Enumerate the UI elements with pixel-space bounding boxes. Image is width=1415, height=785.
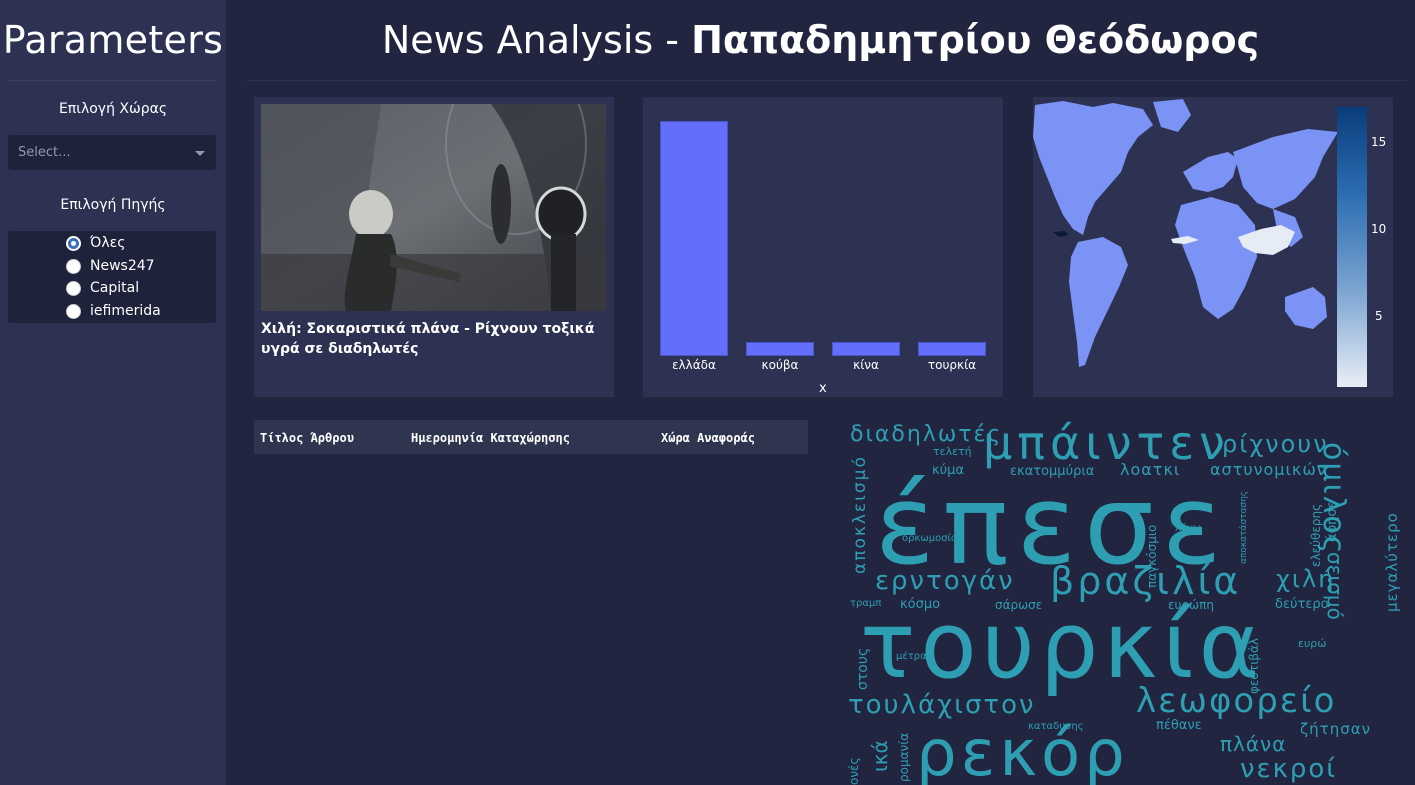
bar-κίνα[interactable]	[831, 342, 901, 356]
table-column-header[interactable]: Τίτλος Άρθρου	[260, 431, 354, 445]
page-title: News Analysis - Παπαδημητρίου Θεόδωρος	[226, 18, 1415, 62]
radio-option-news247[interactable]: News247	[66, 255, 155, 277]
wordcloud-word: λόγω	[1175, 523, 1202, 534]
radio-button[interactable]	[66, 258, 81, 274]
wordcloud-word: ρεκόρ	[916, 717, 1129, 785]
word-cloud: διαδηλωτές μπάιντεν ρίχνουν κύμα τελετή …	[830, 412, 1415, 785]
wordcloud-word: πλάνα	[1220, 732, 1287, 756]
wordcloud-word: νεκροί	[1240, 754, 1338, 784]
cuba-region	[1053, 231, 1069, 237]
sidebar-title: Parameters	[2, 18, 224, 62]
page-title-prefix: News Analysis -	[381, 18, 692, 62]
table-column-header[interactable]: Χώρα Αναφοράς	[661, 431, 755, 445]
radio-label: Capital	[90, 280, 140, 296]
wordcloud-word: ονές	[847, 757, 861, 785]
wordcloud-word: μπάιντεν	[983, 416, 1230, 470]
wordcloud-word: στους	[855, 647, 871, 690]
source-radio-group: Όλες News247 Capital iefimerida	[8, 231, 216, 323]
news-title[interactable]: Χιλή: Σοκαριστικά πλάνα - Ρίχνουν τοξικά…	[261, 319, 611, 359]
wordcloud-word: τουλάχιστον	[848, 690, 1036, 720]
articles-table-header: Τίτλος Άρθρου Ημερομηνία Καταχώρησης Χώρ…	[254, 420, 808, 454]
radio-label: iefimerida	[90, 303, 161, 319]
bar-chart-card: ελλάδα κούβα κίνα τουρκία x	[643, 97, 1003, 397]
wordcloud-word: αποκατάστασης	[1239, 490, 1249, 564]
wordcloud-word: αποκλεισμό	[850, 455, 870, 574]
x-tick-label: κούβα	[761, 358, 799, 372]
page-title-name: Παπαδημητρίου Θεόδωρος	[691, 18, 1260, 62]
header-divider	[246, 80, 1406, 81]
chevron-down-icon[interactable]	[195, 151, 205, 156]
x-tick-label: ελλάδα	[672, 358, 716, 372]
wordcloud-word: ερντογάν	[875, 566, 1015, 596]
sidebar-divider	[8, 80, 218, 81]
bar-τουρκία[interactable]	[917, 342, 987, 356]
wordcloud-word: τελετή	[933, 445, 972, 458]
wordcloud-word: λεωφορείο	[1136, 681, 1337, 721]
map-card: 15 10 5	[1033, 97, 1393, 397]
sidebar: Parameters Επιλογή Χώρας Select... Επιλο…	[0, 0, 226, 785]
country-select-placeholder: Select...	[18, 145, 71, 160]
header: News Analysis - Παπαδημητρίου Θεόδωρος	[226, 0, 1415, 81]
radio-button-checked[interactable]	[66, 235, 81, 251]
news-photo-illustration	[261, 104, 606, 311]
x-tick-label: τουρκία	[927, 358, 977, 372]
radio-option-iefimerida[interactable]: iefimerida	[66, 300, 161, 322]
wordcloud-word: μέτρα	[896, 651, 927, 662]
wordcloud-word: χιλή	[1276, 565, 1336, 593]
wordcloud-word: άφησε	[1325, 501, 1340, 542]
bar-ελλάδα[interactable]	[659, 121, 729, 356]
wordcloud-word: μεγαλύτερο	[1383, 512, 1401, 612]
wordcloud-word: ρομανία	[897, 732, 911, 782]
radio-label: Όλες	[90, 235, 126, 251]
wordcloud-word: ζήτησαν	[1300, 720, 1371, 738]
wordcloud-word: τουρκία	[860, 592, 1265, 699]
wordcloud-word: ικά	[868, 740, 892, 772]
radio-label: News247	[90, 258, 155, 274]
bar-chart: ελλάδα κούβα κίνα τουρκία	[643, 97, 1003, 397]
wordcloud-word: πέθανε	[1156, 718, 1202, 733]
colorbar-tick: 5	[1375, 309, 1383, 323]
colorbar	[1337, 107, 1367, 387]
bar-κούβα[interactable]	[745, 342, 815, 356]
wordcloud-word: ελεύθερης	[1309, 503, 1323, 567]
wordcloud-word: ευρώ	[1298, 637, 1327, 650]
wordcloud-word: διαδηλωτές	[850, 422, 1003, 447]
colorbar-tick: 15	[1371, 135, 1387, 149]
wordcloud-word: ορκωμοσίας	[902, 533, 964, 544]
radio-button[interactable]	[66, 280, 81, 296]
x-tick-label: κίνα	[853, 358, 879, 372]
country-select[interactable]: Select...	[8, 135, 216, 170]
radio-button[interactable]	[66, 303, 81, 319]
radio-option-capital[interactable]: Capital	[66, 277, 139, 299]
wordcloud-word: δεύτερο	[1275, 597, 1329, 612]
colorbar-tick: 10	[1371, 222, 1387, 236]
wordcloud-word: ρίχνουν	[1222, 430, 1329, 458]
country-label: Επιλογή Χώρας	[58, 101, 168, 117]
news-image[interactable]	[261, 104, 606, 311]
source-label: Επιλογή Πηγής	[60, 197, 166, 213]
news-card: Χιλή: Σοκαριστικά πλάνα - Ρίχνουν τοξικά…	[254, 97, 614, 397]
table-column-header[interactable]: Ημερομηνία Καταχώρησης	[411, 431, 570, 445]
x-axis-title: x	[819, 381, 827, 396]
radio-option-all[interactable]: Όλες	[66, 232, 125, 254]
